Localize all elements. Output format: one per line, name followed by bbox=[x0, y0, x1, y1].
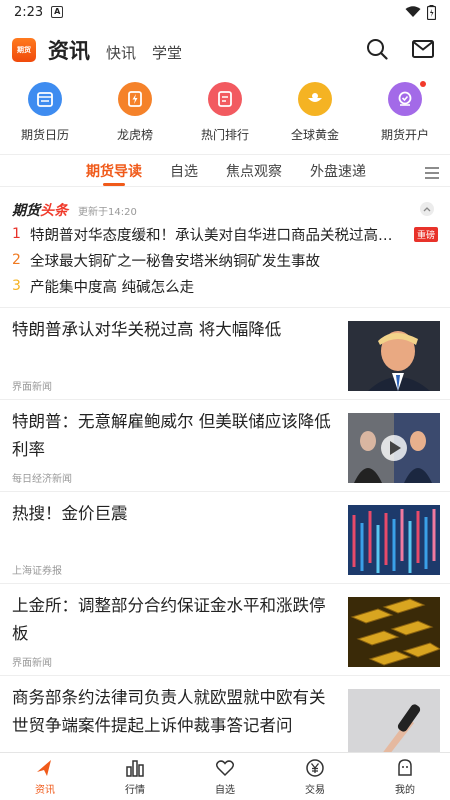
quick-item-hot-ranking[interactable]: 热门排行 bbox=[180, 82, 270, 154]
headline-text: 特朗普对华态度缓和！承认美对自华进口商品关税过高… bbox=[30, 227, 393, 244]
yen-icon bbox=[306, 758, 324, 777]
news-thumbnail-microphone bbox=[348, 689, 440, 759]
headlines-panel: 期货头条 更新于14:20 1 特朗普对华态度缓和！承认美对自华进口商品关税过高… bbox=[0, 187, 450, 308]
news-thumbnail-trump bbox=[348, 321, 440, 391]
nav-trade[interactable]: 交易 bbox=[285, 758, 345, 796]
tab-watchlist[interactable]: 自选 bbox=[170, 155, 198, 186]
news-title: 上金所：调整部分合约保证金水平和涨跌停板 bbox=[12, 596, 326, 643]
nav-watchlist[interactable]: 自选 bbox=[195, 758, 255, 796]
menu-icon[interactable] bbox=[424, 165, 440, 184]
sub-tab-bar: 期货导读 自选 焦点观察 外盘速递 bbox=[0, 154, 450, 187]
news-thumbnail-market bbox=[348, 505, 440, 575]
headline-rank: 2 bbox=[12, 252, 21, 268]
brand-prefix: 期货 bbox=[12, 203, 40, 219]
market-nav-icon bbox=[126, 759, 144, 777]
nav-label: 自选 bbox=[215, 784, 235, 796]
notification-a-icon: A bbox=[51, 6, 64, 18]
mail-icon[interactable] bbox=[410, 36, 436, 62]
profile-icon bbox=[398, 758, 412, 776]
news-item[interactable]: 上金所：调整部分合约保证金水平和涨跌停板 界面新闻 bbox=[0, 584, 450, 676]
nav-market[interactable]: 行情 bbox=[105, 758, 165, 796]
news-title: 特朗普：无意解雇鲍威尔 但美联储应该降低利率 bbox=[12, 412, 331, 459]
quick-menu: 期货日历 龙虎榜 热门排行 全球黄金 期货开户 bbox=[0, 76, 450, 154]
quick-label: 全球黄金 bbox=[290, 128, 339, 142]
tab-focus[interactable]: 焦点观察 bbox=[226, 155, 282, 186]
news-source: 界面新闻 bbox=[12, 382, 52, 393]
important-badge: 重磅 bbox=[413, 226, 438, 242]
quick-item-open-account[interactable]: 期货开户 bbox=[360, 81, 450, 154]
nav-label: 交易 bbox=[305, 784, 325, 796]
headline-rank: 3 bbox=[12, 278, 21, 294]
brand-accent: 头条 bbox=[40, 203, 68, 219]
app-header: 期货 资讯 快讯 学堂 bbox=[0, 24, 450, 76]
headline-text: 全球最大铜矿之一秘鲁安塔米纳铜矿发生事故 bbox=[30, 253, 320, 270]
update-time: 更新于14:20 bbox=[78, 206, 137, 218]
news-source: 上海证券报 bbox=[12, 566, 62, 577]
status-bar: 2:23 A bbox=[0, 0, 450, 24]
news-source: 每日经济新闻 bbox=[12, 474, 72, 485]
news-nav-icon bbox=[37, 759, 51, 776]
tab-foreign-market[interactable]: 外盘速递 bbox=[310, 155, 366, 186]
notification-dot bbox=[420, 81, 426, 87]
tab-flash-news[interactable]: 快讯 bbox=[106, 42, 136, 63]
nav-news[interactable]: 资讯 bbox=[15, 758, 75, 796]
chevron-up-icon[interactable] bbox=[420, 202, 434, 216]
headline-item[interactable]: 2 全球最大铜矿之一秘鲁安塔米纳铜矿发生事故 bbox=[12, 247, 438, 273]
news-item[interactable]: 特朗普承认对华关税过高 将大幅降低 界面新闻 bbox=[0, 308, 450, 400]
quick-item-global-gold[interactable]: 全球黄金 bbox=[270, 82, 360, 154]
quick-label: 期货开户 bbox=[380, 128, 429, 142]
quick-item-dragon-tiger-list[interactable]: 龙虎榜 bbox=[90, 82, 180, 154]
nav-label: 行情 bbox=[125, 784, 145, 796]
news-title: 商务部条约法律司负责人就欧盟就中欧有关世贸争端案件提起上诉仲裁事答记者问 bbox=[12, 688, 326, 735]
news-item[interactable]: 热搜！金价巨震 上海证券报 bbox=[0, 492, 450, 584]
battery-icon bbox=[427, 4, 436, 20]
nav-label: 资讯 bbox=[35, 784, 55, 796]
quick-item-futures-calendar[interactable]: 期货日历 bbox=[0, 82, 90, 154]
headline-text: 产能集中度高 纯碱怎么走 bbox=[30, 279, 195, 296]
news-title: 热搜！金价巨震 bbox=[12, 504, 128, 523]
ranking-icon bbox=[118, 82, 152, 116]
news-source: 界面新闻 bbox=[12, 658, 52, 669]
calendar-icon bbox=[28, 82, 62, 116]
news-title: 特朗普承认对华关税过高 将大幅降低 bbox=[12, 320, 282, 339]
bottom-nav: 资讯 行情 自选 交易 我的 bbox=[0, 752, 450, 800]
nav-label: 我的 bbox=[395, 784, 415, 796]
news-thumbnail-gold bbox=[348, 597, 440, 667]
news-thumbnail-video[interactable] bbox=[348, 413, 440, 483]
wifi-icon bbox=[405, 6, 421, 17]
tab-futures-guide[interactable]: 期货导读 bbox=[86, 155, 142, 186]
account-icon bbox=[388, 82, 422, 116]
tab-academy[interactable]: 学堂 bbox=[152, 42, 182, 63]
headline-rank: 1 bbox=[12, 226, 21, 242]
news-item[interactable]: 特朗普：无意解雇鲍威尔 但美联储应该降低利率 每日经济新闻 bbox=[0, 400, 450, 492]
quick-label: 热门排行 bbox=[200, 128, 249, 142]
page-title: 资讯 bbox=[48, 39, 90, 63]
quick-label: 龙虎榜 bbox=[116, 128, 153, 142]
headline-item[interactable]: 1 特朗普对华态度缓和！承认美对自华进口商品关税过高… 重磅 bbox=[12, 221, 438, 247]
headline-item[interactable]: 3 产能集中度高 纯碱怎么走 bbox=[12, 273, 438, 299]
search-icon[interactable] bbox=[364, 36, 390, 62]
headlines-brand: 期货头条 bbox=[12, 200, 68, 220]
heart-icon bbox=[215, 759, 235, 776]
app-logo-text: 期货 bbox=[17, 46, 31, 54]
hot-list-icon bbox=[208, 82, 242, 116]
gold-icon bbox=[298, 82, 332, 116]
app-logo: 期货 bbox=[12, 38, 36, 62]
status-time: 2:23 bbox=[14, 4, 44, 20]
nav-profile[interactable]: 我的 bbox=[375, 758, 435, 796]
quick-label: 期货日历 bbox=[20, 128, 69, 142]
